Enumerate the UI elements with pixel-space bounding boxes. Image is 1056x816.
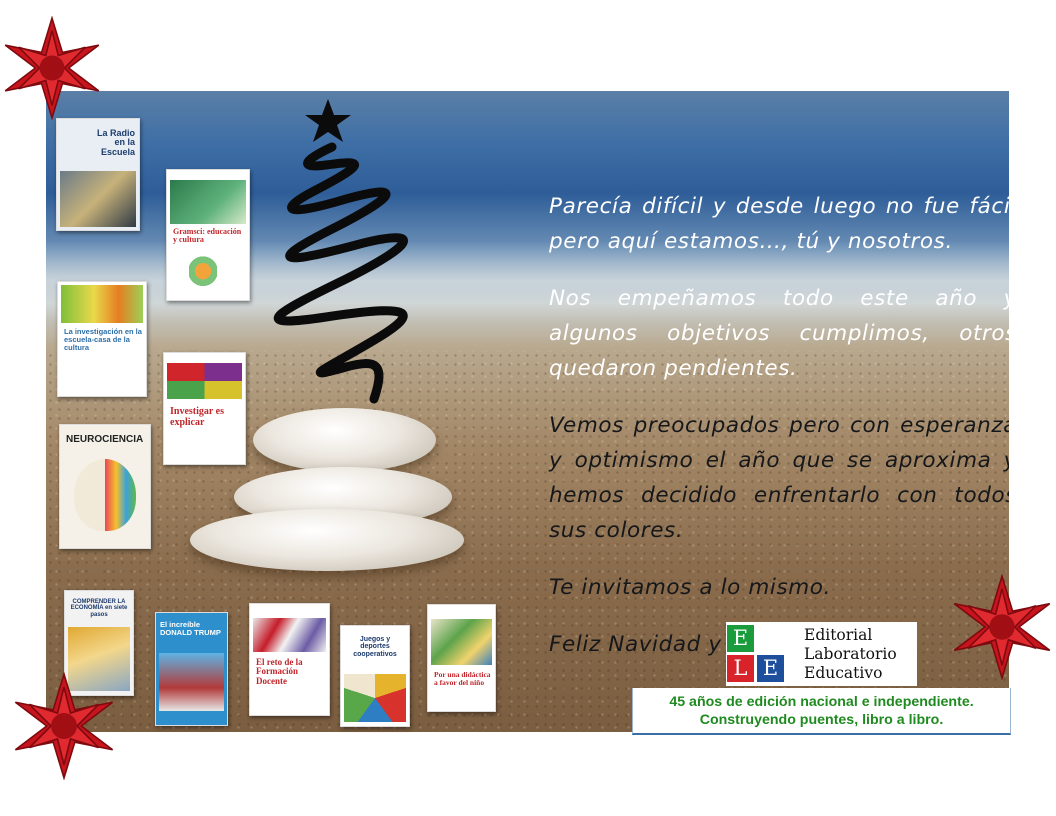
brain-illustration	[74, 459, 136, 531]
stone-top	[253, 408, 436, 472]
book-illustration	[170, 180, 246, 224]
book-cover-investigacion: La investigación en la escuela-casa de l…	[57, 281, 147, 397]
book-cover-reto: El reto de la Formación Docente	[249, 603, 330, 716]
tagline-line-1: 45 años de edición nacional e independie…	[669, 694, 974, 710]
logo-square-green: E	[727, 625, 754, 652]
gift-bow-icon	[14, 672, 114, 780]
book-title: La investigación en la escuela-casa de l…	[64, 327, 142, 352]
book-title: NEUROCIENCIA	[66, 434, 144, 445]
gift-bow-icon	[4, 16, 100, 120]
gift-bow-icon	[953, 574, 1051, 680]
logo-line-1: Editorial	[804, 626, 873, 644]
logo-name: Editorial Laboratorio Educativo	[804, 626, 897, 683]
greeting-message: Parecía difícil y desde luego no fue fác…	[549, 189, 1009, 684]
tagline-box: 45 años de edición nacional e independie…	[632, 688, 1011, 735]
editorial-logo: E L E Editorial Laboratorio Educativo	[726, 622, 917, 686]
star-icon	[305, 99, 351, 142]
book-title: El reto de la Formación Docente	[256, 657, 303, 686]
book-illustration	[159, 653, 224, 711]
book-illustration	[61, 285, 143, 323]
book-title: El increíble DONALD TRUMP	[160, 620, 221, 637]
tagline-line-2: Construyendo puentes, libro a libro.	[699, 712, 944, 728]
book-cover-neurociencia: NEUROCIENCIA	[59, 424, 151, 549]
book-figure	[189, 256, 217, 294]
book-illustration	[431, 619, 492, 665]
book-cover-juegos: Juegos y deportes cooperativos	[340, 625, 410, 727]
book-illustration	[344, 674, 406, 722]
book-title: Juegos y deportes cooperativos	[353, 636, 397, 658]
book-title: La Radio en la Escuela	[96, 128, 135, 157]
christmas-tree-icon	[273, 99, 408, 404]
book-illustration	[60, 171, 136, 227]
stone-bottom	[190, 509, 464, 571]
book-illustration	[167, 363, 242, 399]
logo-square-blue: E	[757, 655, 784, 682]
book-cover-investigar: Investigar es explicar	[163, 352, 246, 465]
book-title: COMPRENDER LA ECONOMÍA en siete pasos	[70, 599, 128, 618]
message-paragraph-4: Te invitamos a lo mismo.	[549, 575, 831, 600]
book-cover-trump: El increíble DONALD TRUMP	[155, 612, 228, 726]
book-illustration	[253, 618, 326, 652]
book-cover-gramsci: Gramsci: educación y cultura	[166, 169, 250, 301]
book-title: Investigar es explicar	[170, 406, 224, 428]
logo-square-red: L	[727, 655, 754, 682]
message-paragraph-2: Nos empeñamos todo este año y algunos ob…	[549, 286, 1009, 381]
message-paragraph-1: Parecía difícil y desde luego no fue fác…	[549, 194, 1009, 254]
book-cover-radio: La Radio en la Escuela	[56, 118, 140, 231]
message-paragraph-3: Vemos preocupados pero con esperanza y o…	[549, 413, 1009, 543]
book-cover-didactica: Por una didáctica a favor del niño	[427, 604, 496, 712]
book-title: Por una didáctica a favor del niño	[434, 670, 491, 687]
logo-line-3: Educativo	[804, 664, 883, 682]
book-title: Gramsci: educación y cultura	[173, 227, 242, 245]
logo-line-2: Laboratorio	[804, 645, 897, 663]
